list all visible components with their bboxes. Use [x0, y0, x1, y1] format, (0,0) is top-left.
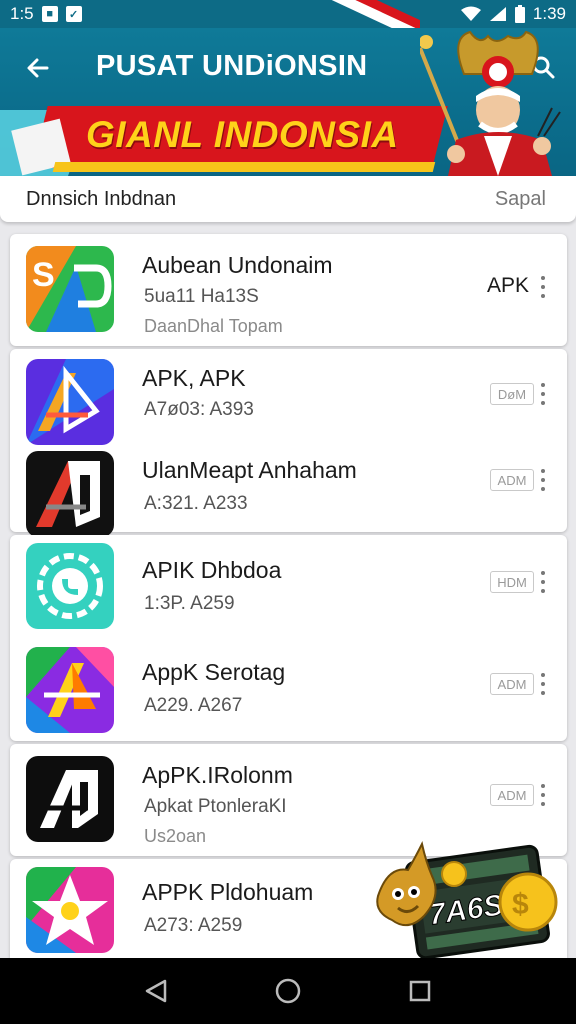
status-bar: 1:5 ■ ✓ 1:39 — [0, 0, 576, 28]
black-red-a-logo-icon — [26, 451, 114, 537]
list-item[interactable]: UlanMeapt Anhaham A:321. A233 ADM — [10, 443, 567, 539]
status-badge: ADM — [490, 784, 534, 806]
page-title: PUSAT UNDiONSIN — [96, 50, 368, 82]
more-options-icon[interactable] — [538, 469, 548, 491]
banner-yellow-stripe — [52, 162, 436, 172]
more-options-icon[interactable] — [538, 276, 548, 298]
black-white-a-logo-icon — [26, 756, 114, 842]
rainbow-a-logo-icon — [26, 647, 114, 733]
filter-label[interactable]: Dnnsich Inbdnan — [26, 188, 176, 211]
system-nav-bar — [0, 958, 576, 1024]
app-name: AppK Serotag — [142, 659, 286, 685]
green-orange-s-logo-icon: S — [26, 246, 114, 332]
status-time-left: 1:5 — [10, 4, 34, 23]
app-version: Apkat PtonleraKI — [144, 796, 287, 817]
svg-text:S: S — [32, 256, 55, 294]
app-version: A273: A259 — [144, 915, 243, 936]
more-options-icon[interactable] — [538, 571, 548, 593]
apk-badge: APK — [487, 274, 530, 297]
teal-gear-logo-icon — [26, 543, 114, 629]
list-item[interactable]: APIK Dhbdoa 1:3P. A259 HDM — [10, 535, 567, 631]
back-button[interactable] — [20, 50, 56, 86]
nav-home-button[interactable] — [268, 971, 308, 1011]
app-version: A229. A267 — [144, 695, 243, 716]
nav-back-icon — [145, 979, 167, 1003]
app-version: 5ua11 Ha13S — [144, 286, 259, 307]
star-logo-icon — [26, 867, 114, 953]
wifi-icon — [460, 6, 481, 21]
app-name: APIK Dhbdoa — [142, 557, 282, 583]
app-name: APK, APK — [142, 365, 246, 391]
list-item[interactable]: AppK Serotag A229. A267 ADM — [10, 635, 567, 733]
filter-bar: Dnnsich Inbdnan Sapal — [0, 176, 576, 222]
nav-recents-button[interactable] — [400, 971, 440, 1011]
app-name: Aubean Undonaim — [142, 252, 333, 278]
app-name: APPK Pldohuam — [142, 879, 314, 905]
nav-home-icon — [275, 978, 301, 1004]
svg-text:$: $ — [512, 888, 529, 921]
banner-title: GIANL INDONSIA — [86, 114, 399, 155]
filter-action[interactable]: Sapal — [495, 188, 546, 211]
app-developer: Us2oan — [144, 826, 207, 846]
app-name: UlanMeapt Anhaham — [142, 457, 357, 483]
more-options-icon[interactable] — [538, 673, 548, 695]
status-time-right: 1:39 — [532, 4, 566, 23]
app-version: A7ø03: A393 — [144, 399, 254, 420]
promo-sticker[interactable]: 7A6S $ — [368, 836, 564, 966]
arrow-left-icon — [27, 58, 49, 78]
mascot-illustration — [420, 30, 561, 176]
app-screen: 1:5 ■ ✓ 1:39 PUSAT UNDiONSIN GIANL INDON… — [0, 0, 576, 1024]
mail-icon: ✓ — [65, 6, 82, 22]
promo-banner[interactable]: GIANL INDONSIA — [0, 100, 448, 176]
more-options-icon[interactable] — [538, 383, 548, 405]
app-version: A:321. A233 — [144, 493, 248, 514]
header: PUSAT UNDiONSIN GIANL INDONSIA — [0, 28, 576, 176]
list-item[interactable]: APK, APK A7ø03: A393 DøM — [10, 349, 567, 445]
flag-decoration — [330, 0, 420, 28]
battery-icon — [514, 5, 525, 23]
list-item[interactable]: S Aubean Undonaim 5ua11 Ha13S DaanDhal T… — [10, 234, 567, 346]
app-card: APIK Dhbdoa 1:3P. A259 HDM AppK Serotag … — [10, 535, 567, 741]
signal-icon — [489, 7, 506, 21]
app-card: APK, APK A7ø03: A393 DøM UlanMeapt Anhah… — [10, 349, 567, 537]
nav-recents-icon — [409, 980, 431, 1002]
status-badge: HDM — [490, 571, 534, 593]
status-left: 1:5 ■ ✓ — [10, 4, 82, 24]
app-version: 1:3P. A259 — [144, 593, 235, 614]
status-right: 1:39 — [460, 4, 566, 24]
status-badge: ADM — [490, 673, 534, 695]
nav-back-button[interactable] — [136, 971, 176, 1011]
blue-purple-a-logo-icon — [26, 359, 114, 445]
notification-icon: ■ — [41, 6, 58, 22]
app-card: S Aubean Undonaim 5ua11 Ha13S DaanDhal T… — [10, 234, 567, 346]
more-options-icon[interactable] — [538, 784, 548, 806]
status-badge: DøM — [490, 383, 534, 405]
app-developer: DaanDhal Topam — [144, 316, 283, 336]
status-badge: ADM — [490, 469, 534, 491]
app-name: ApPK.IRolonm — [142, 762, 293, 788]
